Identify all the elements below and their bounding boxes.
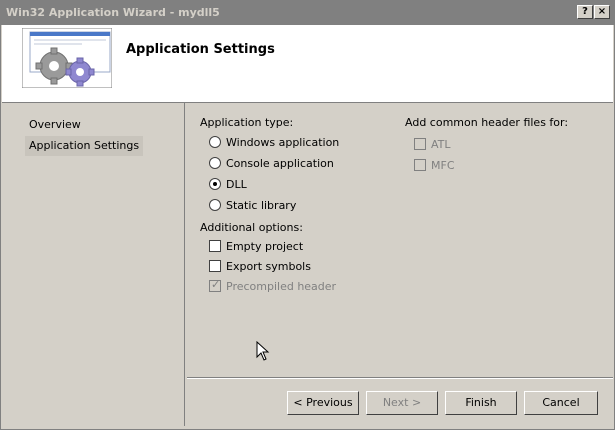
- previous-button[interactable]: < Previous: [287, 391, 359, 415]
- radio-label: Static library: [226, 198, 297, 212]
- checkbox-indicator: [414, 159, 426, 171]
- radio-label: DLL: [226, 177, 247, 191]
- radio-indicator[interactable]: [209, 178, 221, 190]
- wizard-window: Win32 Application Wizard - mydll5 ? × Ap…: [0, 0, 615, 430]
- nav-item-overview[interactable]: Overview: [25, 115, 85, 135]
- additional-options-label: Additional options:: [200, 221, 303, 234]
- application-type-label: Application type:: [200, 116, 294, 129]
- radio-label: Console application: [226, 156, 334, 170]
- button-divider: [187, 377, 613, 379]
- radio-indicator[interactable]: [209, 157, 221, 169]
- checkbox-label: ATL: [431, 137, 451, 151]
- radio-dll[interactable]: DLL: [209, 176, 247, 192]
- checkbox-indicator: [209, 278, 221, 292]
- help-button[interactable]: ?: [577, 5, 593, 19]
- header-banner: Application Settings: [2, 25, 613, 103]
- radio-static-library[interactable]: Static library: [209, 197, 296, 213]
- checkbox-indicator: [414, 138, 426, 150]
- checkbox-atl: ATL: [414, 136, 451, 152]
- nav-item-application-settings[interactable]: Application Settings: [25, 136, 144, 156]
- checkbox-label: MFC: [431, 158, 455, 172]
- checkbox-mfc: MFC: [414, 157, 455, 173]
- header-files-label: Add common header files for:: [405, 116, 569, 129]
- radio-label: Windows application: [226, 135, 340, 149]
- page-title: Application Settings: [126, 42, 275, 57]
- finish-button[interactable]: Finish: [445, 391, 517, 415]
- next-button: Next >: [366, 391, 438, 415]
- checkbox-label: Empty project: [226, 239, 304, 253]
- window-title: Win32 Application Wizard - mydll5: [6, 6, 220, 19]
- checkbox-precompiled-header: Precompiled header: [209, 278, 336, 294]
- close-button[interactable]: ×: [594, 5, 610, 19]
- checkbox-label: Export symbols: [226, 259, 311, 273]
- settings-panel: Application type: Windows application Co…: [187, 103, 612, 377]
- checkbox-export-symbols[interactable]: Export symbols: [209, 258, 311, 274]
- checkbox-indicator[interactable]: [209, 260, 221, 272]
- cancel-button[interactable]: Cancel: [524, 391, 598, 415]
- wizard-nav: Overview Application Settings: [5, 103, 185, 426]
- radio-indicator[interactable]: [209, 136, 221, 148]
- radio-windows-application[interactable]: Windows application: [209, 134, 339, 150]
- wizard-gears-icon: [22, 28, 112, 88]
- title-bar[interactable]: Win32 Application Wizard - mydll5 ? ×: [1, 1, 614, 25]
- checkbox-indicator[interactable]: [209, 240, 221, 252]
- radio-indicator[interactable]: [209, 199, 221, 211]
- radio-console-application[interactable]: Console application: [209, 155, 334, 171]
- checkbox-empty-project[interactable]: Empty project: [209, 238, 303, 254]
- mouse-cursor-icon: [256, 341, 270, 361]
- checkbox-label: Precompiled header: [226, 279, 337, 293]
